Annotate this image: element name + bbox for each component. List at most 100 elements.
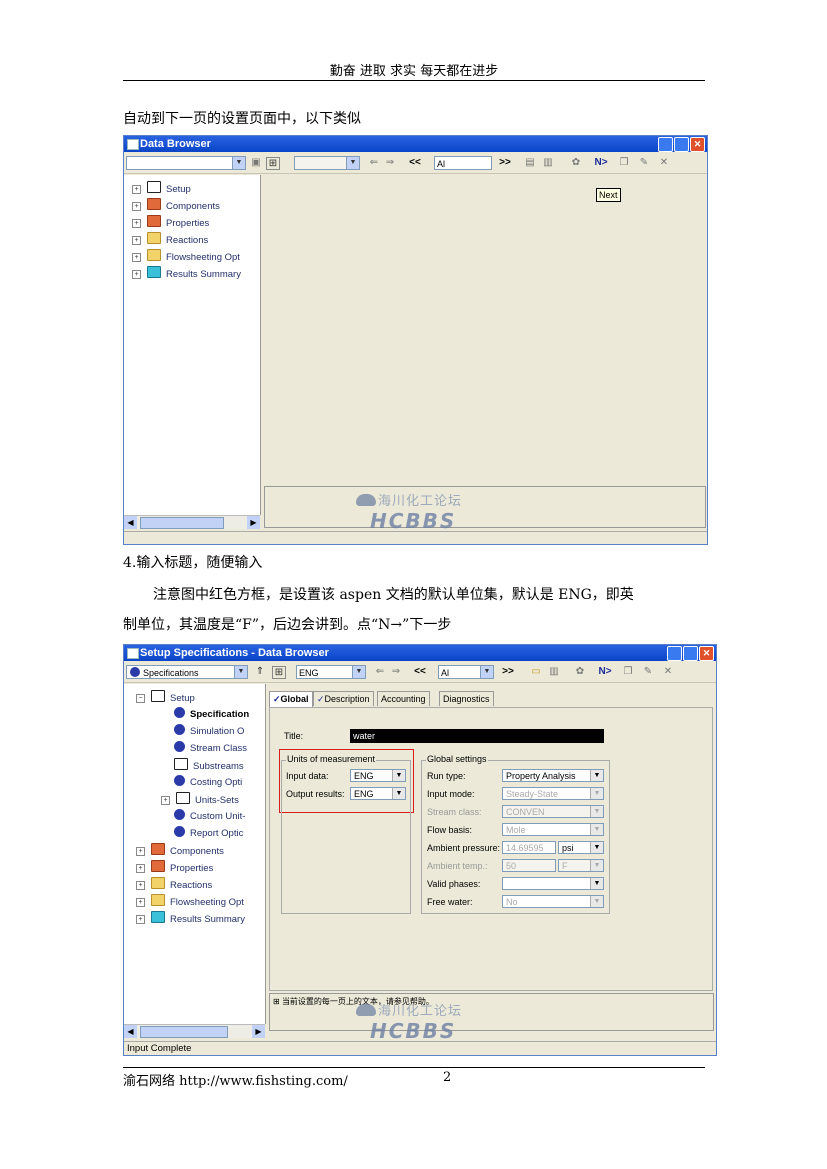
tree-item-properties[interactable]: + Properties <box>136 860 213 874</box>
tree-item-custom-units[interactable]: Custom Unit- <box>174 809 245 823</box>
list-icon[interactable]: ▤ <box>524 157 536 169</box>
tree-scrollbar[interactable]: ◀ ▶ <box>124 515 260 529</box>
scroll-thumb[interactable] <box>140 517 224 529</box>
back-arrow-icon[interactable]: ⇐ <box>368 157 380 169</box>
free-water-select[interactable]: No ▼ <box>502 895 604 908</box>
all-combo[interactable]: Al ▼ <box>438 665 494 679</box>
tree-item-results[interactable]: + Results Summary <box>136 911 245 925</box>
status-icon[interactable]: ✿ <box>570 157 582 169</box>
tree-item-properties[interactable]: + Properties <box>132 215 209 229</box>
tree-item-substreams[interactable]: Substreams <box>174 758 244 772</box>
close-button[interactable]: ✕ <box>699 646 714 661</box>
next-form-button[interactable]: >> <box>499 157 511 169</box>
expand-icon[interactable]: + <box>136 898 145 907</box>
run-type-select[interactable]: Property Analysis ▼ <box>502 769 604 782</box>
tree-toggle-icon[interactable]: ⊞ <box>266 157 280 170</box>
tree-item-setup[interactable]: + Setup <box>132 181 191 195</box>
folder-up-icon[interactable]: ⇑ <box>254 666 266 678</box>
units-combo[interactable]: ▼ <box>294 156 360 170</box>
object-manager-icon[interactable]: ▥ <box>542 157 554 169</box>
scroll-thumb[interactable] <box>140 1026 228 1038</box>
expand-icon[interactable]: + <box>132 185 141 194</box>
folder-up-icon[interactable]: ▣ <box>250 157 262 169</box>
scroll-left-icon[interactable]: ◀ <box>124 1025 137 1038</box>
input-mode-select[interactable]: Steady-State ▼ <box>502 787 604 800</box>
tree-item-results[interactable]: + Results Summary <box>132 266 241 280</box>
forward-arrow-icon[interactable]: ⇒ <box>384 157 396 169</box>
pencil-icon[interactable]: ✎ <box>642 666 654 678</box>
tree-toggle-icon[interactable]: ⊞ <box>272 666 286 679</box>
delete-icon[interactable]: ✕ <box>662 666 674 678</box>
copy-icon[interactable]: ❐ <box>618 157 630 169</box>
list-icon[interactable]: ▭ <box>530 666 542 678</box>
expand-icon[interactable]: + <box>136 881 145 890</box>
scroll-right-icon[interactable]: ▶ <box>252 1025 265 1038</box>
expand-icon[interactable]: + <box>132 236 141 245</box>
delete-icon[interactable]: ✕ <box>658 157 670 169</box>
tab-description[interactable]: ✓Description <box>313 691 374 706</box>
expand-icon[interactable]: + <box>132 253 141 262</box>
maximize-button[interactable] <box>674 137 689 152</box>
tree-scrollbar[interactable]: ◀ ▶ <box>124 1024 265 1038</box>
input-data-select[interactable]: ENG ▼ <box>350 769 406 782</box>
ambient-pressure-input[interactable]: 14.69595 <box>502 841 556 854</box>
checkbox-icon <box>174 758 188 770</box>
nav-combo[interactable]: ▼ <box>126 156 246 170</box>
units-combo[interactable]: ENG ▼ <box>296 665 366 679</box>
tab-global[interactable]: ✓Global <box>269 691 313 707</box>
valid-phases-select[interactable]: ▼ <box>502 877 604 890</box>
status-bar: Input Complete <box>124 1041 716 1055</box>
tree-item-flowsheeting[interactable]: + Flowsheeting Opt <box>132 249 240 263</box>
tab-diagnostics[interactable]: Diagnostics <box>439 691 494 706</box>
scroll-left-icon[interactable]: ◀ <box>124 516 137 529</box>
collapse-icon[interactable]: − <box>136 694 145 703</box>
tree-item-components[interactable]: + Components <box>132 198 220 212</box>
expand-icon[interactable]: + <box>132 219 141 228</box>
tree-item-reactions[interactable]: + Reactions <box>136 877 212 891</box>
expand-icon[interactable]: + <box>136 847 145 856</box>
status-icon[interactable]: ✿ <box>574 666 586 678</box>
tree-item-setup[interactable]: − Setup <box>136 690 195 704</box>
flow-basis-select[interactable]: Mole ▼ <box>502 823 604 836</box>
copy-icon[interactable]: ❐ <box>622 666 634 678</box>
maximize-button[interactable] <box>683 646 698 661</box>
tree-item-components[interactable]: + Components <box>136 843 224 857</box>
nav-combo[interactable]: Specifications ▼ <box>126 665 248 679</box>
forward-arrow-icon[interactable]: ⇒ <box>390 666 402 678</box>
next-button[interactable]: N> <box>592 157 610 169</box>
expand-icon[interactable]: + <box>132 202 141 211</box>
tree-item-flowsheeting[interactable]: + Flowsheeting Opt <box>136 894 244 908</box>
tree-item-label: Units-Sets <box>195 795 239 806</box>
expand-icon[interactable]: + <box>136 864 145 873</box>
tab-accounting[interactable]: Accounting <box>377 691 430 706</box>
output-results-select[interactable]: ENG ▼ <box>350 787 406 800</box>
prev-button[interactable]: << <box>414 666 426 678</box>
tree-item-specifications[interactable]: Specification <box>174 707 249 721</box>
object-manager-icon[interactable]: ▥ <box>548 666 560 678</box>
expand-icon[interactable]: + <box>132 270 141 279</box>
tree-item-simulation-options[interactable]: Simulation O <box>174 724 244 738</box>
tree-item-report-options[interactable]: Report Optic <box>174 826 243 840</box>
tree-item-label: Reactions <box>166 235 209 246</box>
title-input[interactable]: water <box>350 729 604 743</box>
window-icon <box>127 648 139 659</box>
help-message: ⊞ 当前设置的每一页上的文本，请参见帮助。 <box>270 994 713 1009</box>
expand-icon[interactable]: + <box>161 796 170 805</box>
pressure-unit-select[interactable]: psi ▼ <box>558 841 604 854</box>
pencil-icon[interactable]: ✎ <box>638 157 650 169</box>
tree-item-units-sets[interactable]: + Units-Sets <box>161 792 239 806</box>
tree-item-costing-options[interactable]: Costing Opti <box>174 775 242 789</box>
back-arrow-icon[interactable]: ⇐ <box>374 666 386 678</box>
intro-paragraph: 自动到下一页的设置页面中，以下类似 <box>123 111 361 127</box>
close-button[interactable]: ✕ <box>690 137 705 152</box>
next-button[interactable]: N> <box>596 666 614 678</box>
scroll-right-icon[interactable]: ▶ <box>247 516 260 529</box>
expand-icon[interactable]: + <box>136 915 145 924</box>
all-combo[interactable]: Al <box>434 156 492 170</box>
minimize-button[interactable] <box>658 137 673 152</box>
minimize-button[interactable] <box>667 646 682 661</box>
next-form-button[interactable]: >> <box>502 666 514 678</box>
tree-item-stream-class[interactable]: Stream Class <box>174 741 247 755</box>
tree-item-reactions[interactable]: + Reactions <box>132 232 208 246</box>
prev-button[interactable]: << <box>409 157 421 169</box>
